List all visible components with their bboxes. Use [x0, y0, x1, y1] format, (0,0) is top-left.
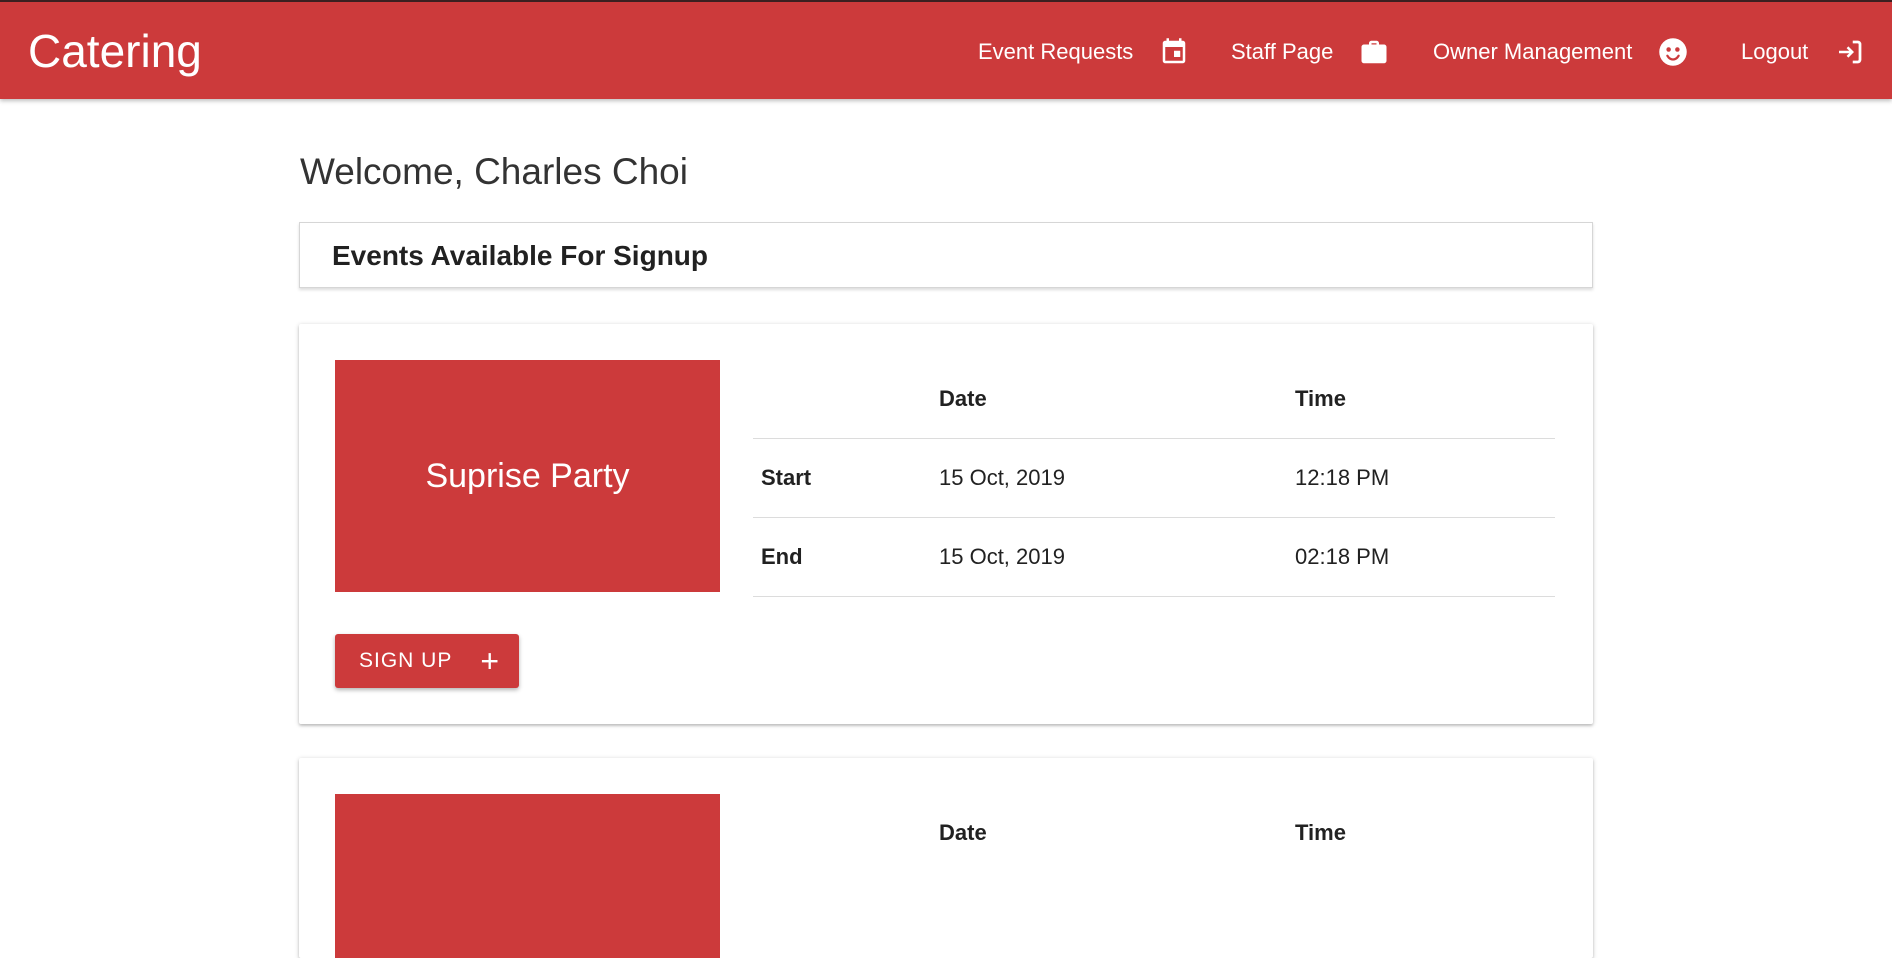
start-time: 12:18 PM — [1287, 438, 1555, 518]
top-navbar: Catering Event Requests Staff Page Owner… — [0, 0, 1892, 99]
nav-staff-page[interactable]: Staff Page — [1231, 30, 1389, 74]
table-row: End 15 Oct, 2019 02:18 PM — [753, 517, 1555, 597]
event-card: Date Time — [299, 758, 1593, 958]
sign-up-label: SIGN UP — [359, 649, 453, 672]
end-label: End — [753, 517, 931, 597]
start-label: Start — [753, 438, 931, 518]
brand-title[interactable]: Catering — [28, 22, 202, 80]
nav-event-requests-label: Event Requests — [978, 39, 1134, 64]
nav-logout-label: Logout — [1741, 39, 1809, 64]
briefcase-icon — [1359, 37, 1389, 67]
header-time: Time — [1295, 820, 1346, 845]
event-schedule-table: Date Time Start 15 Oct, 2019 12:18 PM En… — [753, 360, 1555, 597]
table-header-row: Date Time — [753, 794, 1555, 872]
logout-icon — [1834, 37, 1864, 67]
event-image-tile — [335, 794, 720, 958]
table-header-row: Date Time — [753, 360, 1555, 439]
section-header-card: Events Available For Signup — [299, 222, 1593, 288]
welcome-heading: Welcome, Charles Choi — [300, 151, 688, 192]
nav-logout[interactable]: Logout — [1741, 30, 1864, 74]
header-date: Date — [939, 820, 987, 845]
table-row: Start 15 Oct, 2019 12:18 PM — [753, 438, 1555, 518]
user-face-icon — [1658, 37, 1688, 67]
nav-staff-page-label: Staff Page — [1231, 39, 1334, 64]
calendar-icon — [1159, 37, 1189, 67]
header-time: Time — [1295, 386, 1346, 411]
header-label-cell — [753, 794, 931, 872]
event-name: Suprise Party — [425, 456, 630, 495]
nav-owner-management[interactable]: Owner Management — [1433, 30, 1688, 74]
sign-up-button[interactable]: SIGN UP + — [335, 634, 519, 688]
nav-owner-management-label: Owner Management — [1433, 39, 1633, 64]
header-date: Date — [939, 386, 987, 411]
event-schedule-table: Date Time — [753, 794, 1555, 872]
nav-event-requests[interactable]: Event Requests — [978, 30, 1189, 74]
event-card: Suprise Party Date Time Start 15 Oct, 20… — [299, 324, 1593, 724]
plus-icon: + — [480, 643, 501, 679]
event-image-tile: Suprise Party — [335, 360, 720, 592]
start-date: 15 Oct, 2019 — [931, 438, 1287, 518]
header-label-cell — [753, 360, 931, 439]
end-date: 15 Oct, 2019 — [931, 517, 1287, 597]
section-title: Events Available For Signup — [332, 240, 709, 271]
end-time: 02:18 PM — [1287, 517, 1555, 597]
